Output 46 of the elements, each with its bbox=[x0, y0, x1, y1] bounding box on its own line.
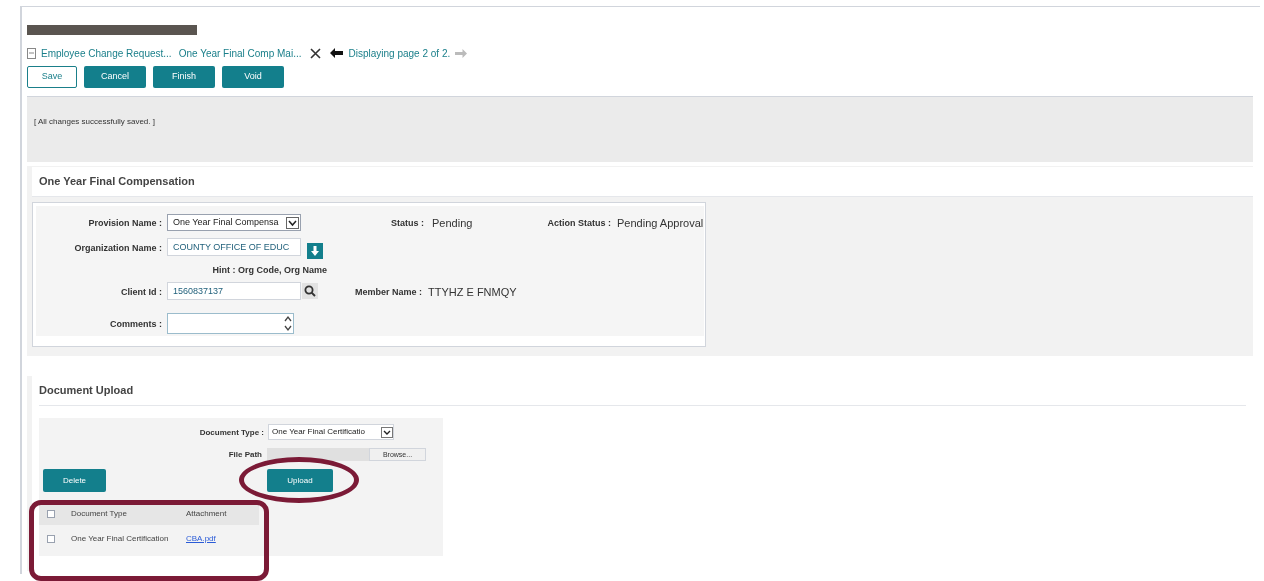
field-value: TTYHZ E FNMQY bbox=[428, 285, 517, 300]
download-button[interactable] bbox=[307, 243, 323, 259]
field-label: Client Id : bbox=[121, 286, 162, 299]
field-label: Comments : bbox=[110, 318, 162, 331]
field-label: Status : bbox=[391, 217, 424, 230]
caret-icon bbox=[286, 216, 299, 229]
column-header: Attachment bbox=[186, 508, 227, 520]
delete-button[interactable]: Delete bbox=[43, 469, 106, 492]
status-message: [ All changes successfully saved. ] bbox=[34, 117, 155, 126]
field-value: Pending Approval bbox=[617, 216, 704, 231]
search-icon bbox=[304, 285, 316, 297]
section-title: Document Upload bbox=[39, 383, 134, 399]
action-button[interactable]: Finish bbox=[153, 66, 215, 88]
table-cell-text: One Year Final Certification bbox=[71, 532, 170, 545]
field-value: Pending bbox=[432, 216, 473, 231]
close-icon[interactable] bbox=[310, 47, 322, 59]
text-field[interactable]: COUNTY OFFICE OF EDUC bbox=[167, 238, 301, 256]
checkbox[interactable] bbox=[47, 510, 55, 518]
comments-field[interactable] bbox=[167, 313, 294, 334]
column-header: Document Type bbox=[71, 508, 128, 520]
field-label: File Path bbox=[228, 449, 262, 461]
section-title: One Year Final Compensation bbox=[39, 174, 195, 190]
dropdown[interactable]: One Year Final Certificatio bbox=[268, 424, 394, 440]
attachment-link[interactable]: CBA.pdf bbox=[186, 532, 216, 545]
field-label: Action Status : bbox=[547, 217, 611, 230]
action-button[interactable]: Cancel bbox=[84, 66, 146, 88]
field-label: Document Type : bbox=[199, 427, 264, 439]
document-icon bbox=[27, 47, 36, 59]
field-label: Organization Name : bbox=[74, 242, 162, 255]
action-button[interactable]: Save bbox=[27, 66, 77, 88]
paging-text: Displaying page 2 of 2. bbox=[348, 46, 451, 61]
checkbox[interactable] bbox=[47, 534, 55, 543]
back-arrow-icon[interactable] bbox=[330, 48, 344, 58]
search-button[interactable] bbox=[302, 283, 318, 299]
text-field[interactable]: 1560837137 bbox=[167, 282, 301, 300]
action-button[interactable]: Void bbox=[222, 66, 284, 88]
caret-icon bbox=[381, 426, 393, 438]
breadcrumb-link[interactable]: One Year Final Comp Mai... bbox=[178, 45, 302, 61]
hint-text: Hint : Org Code, Org Name bbox=[212, 264, 327, 277]
spinner-icon bbox=[283, 314, 293, 333]
download-arrow-icon bbox=[311, 246, 319, 256]
breadcrumb-link[interactable]: Employee Change Request... bbox=[41, 45, 172, 61]
dropdown[interactable]: One Year Final Compensa bbox=[167, 214, 301, 231]
upload-button[interactable]: Upload bbox=[267, 469, 333, 492]
field-label: Member Name : bbox=[354, 286, 422, 299]
field-label: Provision Name : bbox=[88, 217, 162, 230]
